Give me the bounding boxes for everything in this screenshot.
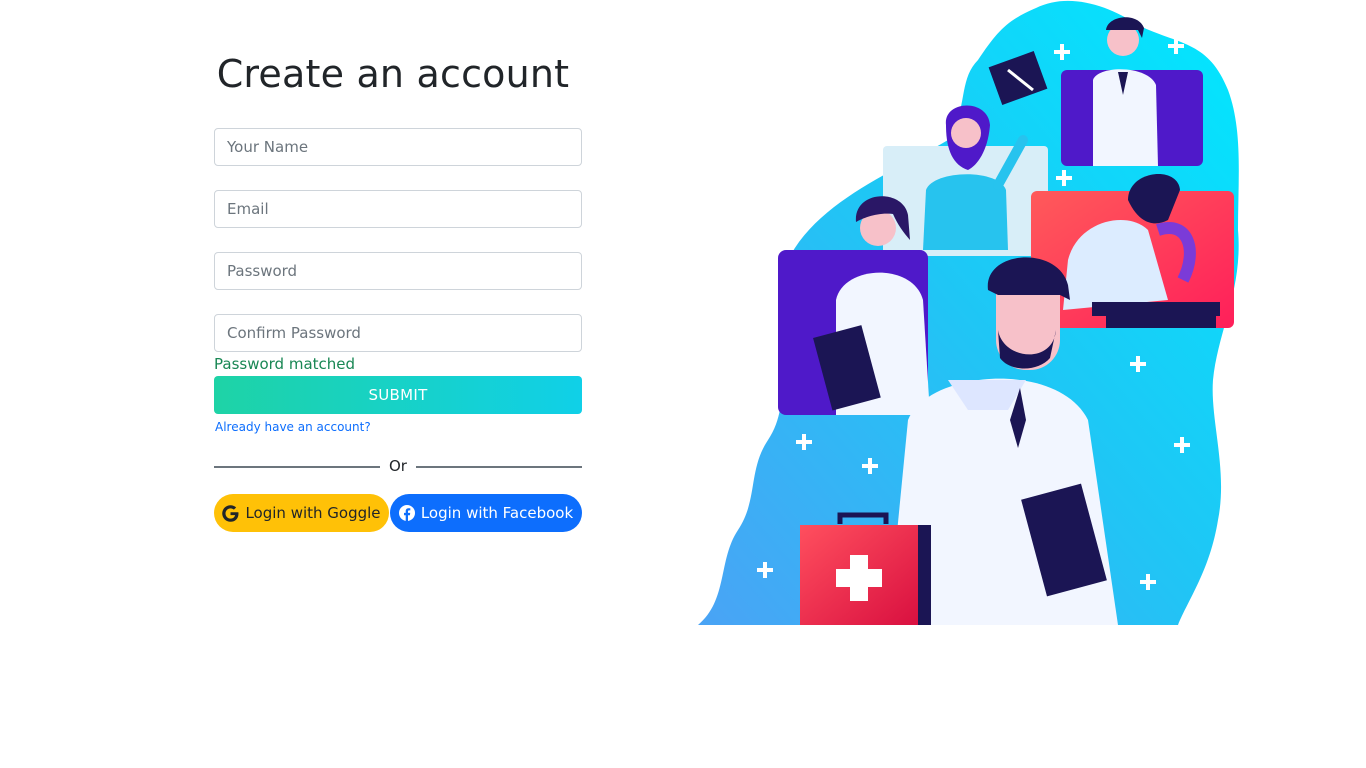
divider-line-right (416, 466, 582, 468)
submit-button[interactable]: SUBMIT (214, 376, 582, 414)
confirm-password-input[interactable] (214, 314, 582, 352)
login-link[interactable]: Already have an account? (215, 420, 371, 434)
google-icon (222, 504, 239, 522)
google-login-label: Login with Goggle (245, 504, 381, 522)
email-input[interactable] (214, 190, 582, 228)
page-title: Create an account (216, 52, 570, 96)
or-divider: Or (214, 456, 582, 476)
medical-team-illustration (698, 0, 1243, 625)
name-input[interactable] (214, 128, 582, 166)
facebook-login-label: Login with Facebook (420, 504, 574, 522)
facebook-login-button[interactable]: Login with Facebook (390, 494, 582, 532)
google-login-button[interactable]: Login with Goggle (214, 494, 389, 532)
password-input[interactable] (214, 252, 582, 290)
form-header: Create an account (214, 50, 582, 98)
password-match-message: Password matched (214, 355, 356, 373)
facebook-icon (398, 505, 415, 521)
